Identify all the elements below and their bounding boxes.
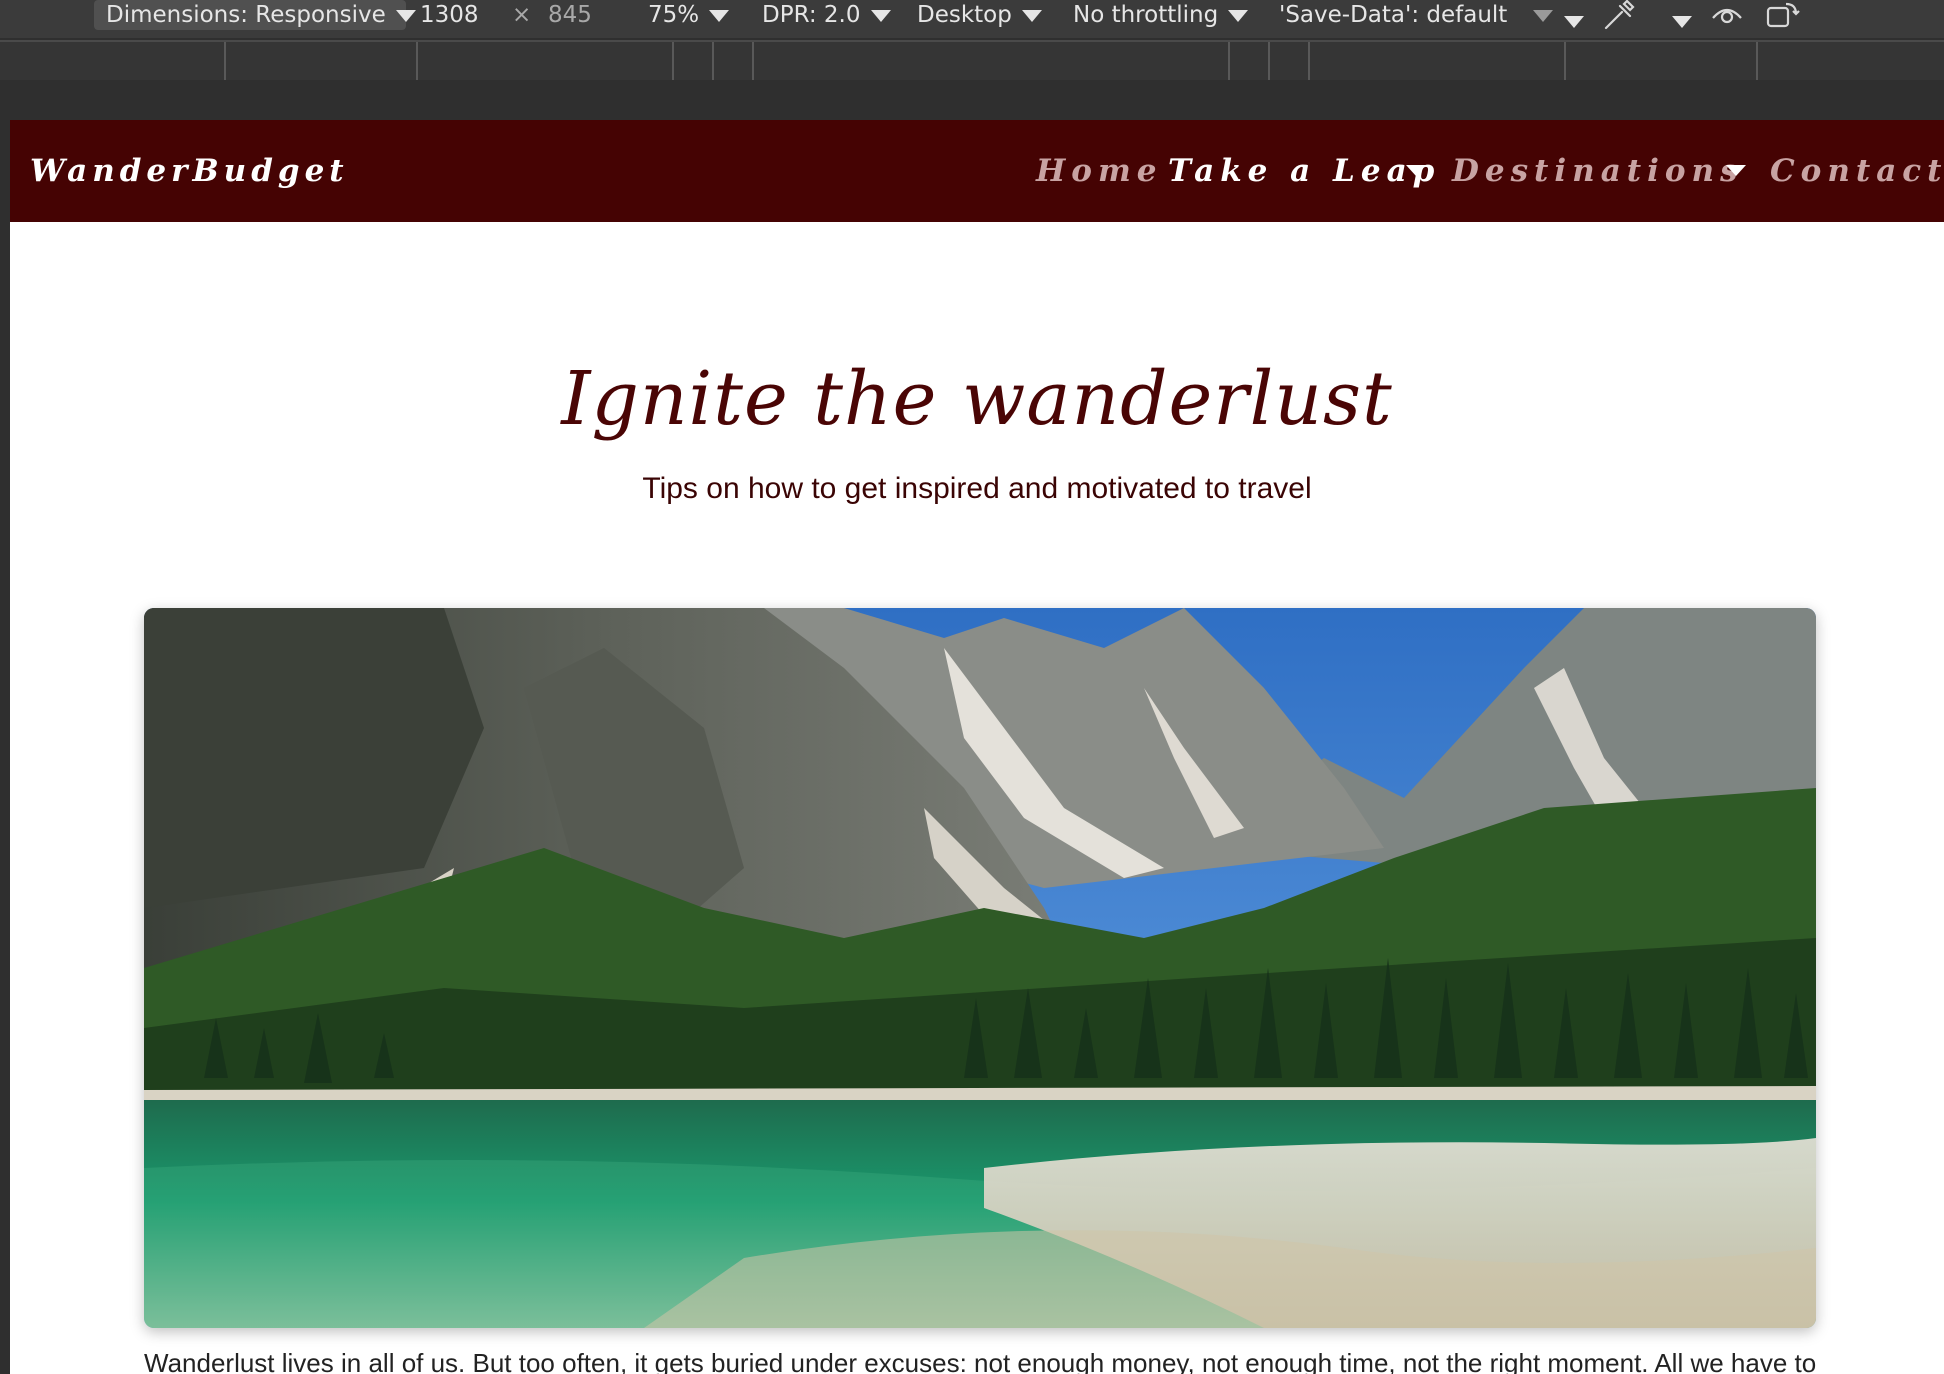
rotate-icon[interactable] (1764, 0, 1800, 30)
viewport-gutter (0, 80, 1944, 120)
dpr-dropdown[interactable]: DPR: 2.0 (762, 0, 891, 30)
article-first-paragraph: Wanderlust lives in all of us. But too o… (144, 1348, 1817, 1374)
times-icon: × (512, 2, 532, 28)
page-title: Ignite the wanderlust (561, 356, 1393, 442)
dimensions-label: Dimensions: Responsive (106, 2, 386, 28)
ruler-tick (1228, 42, 1230, 80)
ruler-tick (712, 42, 714, 80)
ruler-tick (1308, 42, 1310, 80)
device-type-label: Desktop (917, 2, 1012, 28)
ruler-tick (224, 42, 226, 80)
brand-logo[interactable]: WanderBudget (30, 120, 349, 222)
throttling-dropdown[interactable]: No throttling (1073, 0, 1249, 30)
device-type-dropdown[interactable]: Desktop (917, 0, 1042, 30)
chevron-down-icon (395, 9, 416, 22)
save-data-dropdown[interactable]: 'Save-Data': default (1279, 0, 1554, 30)
site-navbar: WanderBudget Home Take a Leap Destinatio… (10, 120, 1944, 222)
destinations-chevron-down-icon[interactable] (1726, 165, 1746, 176)
eye-icon[interactable] (1710, 0, 1744, 30)
dpr-label: DPR: 2.0 (762, 2, 861, 28)
media-query-ruler (0, 40, 1944, 82)
eyedropper-icon[interactable] (1602, 0, 1636, 30)
width-input[interactable]: 1308 (420, 0, 479, 30)
height-input[interactable]: 845 (548, 0, 592, 30)
ruler-tick (672, 42, 674, 80)
chevron-down-icon (870, 9, 891, 22)
nav-link-home[interactable]: Home (1036, 120, 1163, 222)
chevron-down-icon (709, 9, 730, 22)
dimensions-dropdown[interactable]: Dimensions: Responsive (94, 0, 416, 30)
zoom-dropdown[interactable]: 75% (648, 0, 730, 30)
emulated-viewport: WanderBudget Home Take a Leap Destinatio… (10, 120, 1944, 1374)
throttling-label: No throttling (1073, 2, 1219, 28)
capture-caret-icon[interactable] (1672, 8, 1692, 38)
ruler-tick (1268, 42, 1270, 80)
devtools-device-toolbar: Dimensions: Responsive 1308 × 845 75% DP… (0, 0, 1944, 38)
take-a-leap-chevron-down-icon[interactable] (1406, 165, 1426, 176)
chevron-down-icon (1533, 9, 1554, 22)
nav-link-contact[interactable]: Contact (1770, 120, 1944, 222)
nav-link-take-a-leap[interactable]: Take a Leap (1168, 120, 1440, 222)
nav-link-destinations[interactable]: Destinations (1452, 120, 1744, 222)
chevron-down-icon (1021, 9, 1042, 22)
ruler-tick (1564, 42, 1566, 80)
more-options-caret-icon[interactable] (1564, 8, 1584, 38)
save-data-label: 'Save-Data': default (1279, 2, 1508, 28)
zoom-label: 75% (648, 2, 700, 28)
page-subtitle: Tips on how to get inspired and motivate… (642, 472, 1312, 505)
ruler-tick (1756, 42, 1758, 80)
hero-landscape-image (144, 608, 1816, 1328)
ruler-tick (752, 42, 754, 80)
ruler-tick (416, 42, 418, 80)
chevron-down-icon (1228, 9, 1249, 22)
